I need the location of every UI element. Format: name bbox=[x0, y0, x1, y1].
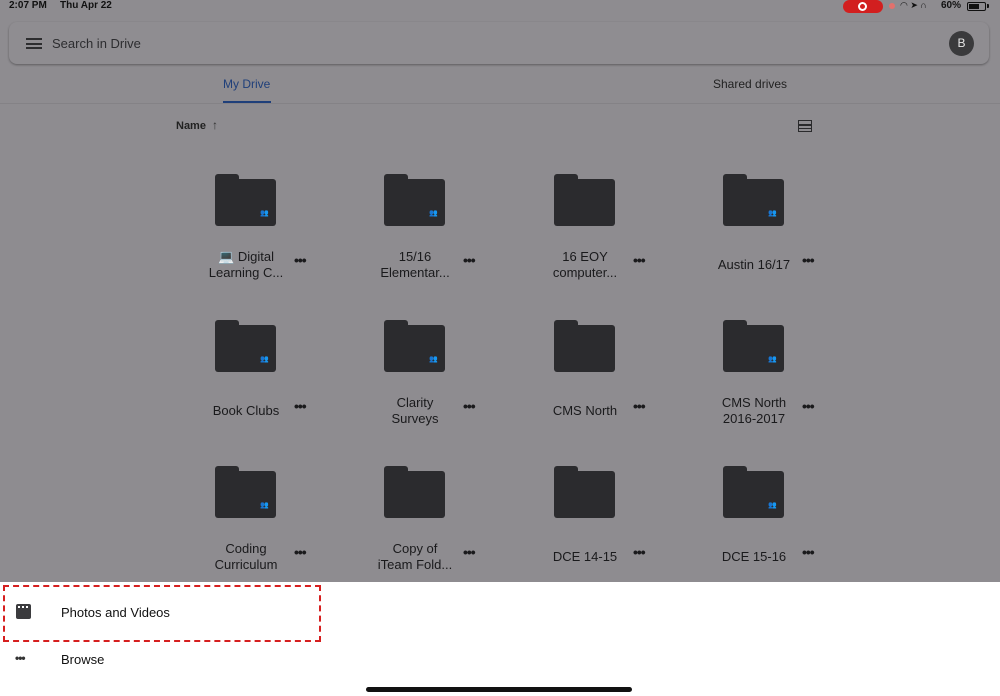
folder-icon-body bbox=[384, 179, 445, 226]
search-input[interactable]: Search in Drive bbox=[52, 36, 141, 51]
folder-name: CMS North 2016-2017 bbox=[721, 395, 787, 426]
folder-item[interactable]: DCE 14-15 ••• bbox=[515, 459, 665, 599]
folder-name: Clarity Surveys bbox=[391, 395, 439, 426]
battery-tip bbox=[987, 4, 989, 8]
list-view-icon[interactable] bbox=[798, 120, 812, 132]
search-bar[interactable]: Search in Drive B bbox=[9, 22, 989, 64]
folder-item[interactable]: 👥 Clarity Surveys ••• bbox=[345, 313, 495, 453]
folder-item[interactable]: 👥 💻 Digital Learning C... ••• bbox=[176, 167, 326, 307]
folder-item[interactable]: Copy of iTeam Fold... ••• bbox=[345, 459, 495, 599]
shared-people-icon: 👥 bbox=[429, 210, 438, 217]
folder-icon-body bbox=[215, 471, 276, 518]
folder-name: Book Clubs bbox=[212, 403, 280, 418]
folder-item[interactable]: 👥 CMS North 2016-2017 ••• bbox=[684, 313, 834, 453]
tab-my-drive[interactable]: My Drive bbox=[223, 77, 270, 91]
battery-percent: 60% bbox=[941, 0, 962, 11]
folder-name: Coding Curriculum bbox=[214, 541, 278, 572]
folder-icon-body bbox=[723, 325, 784, 372]
hamburger-icon[interactable] bbox=[26, 38, 42, 49]
status-time: 2:07 PM bbox=[9, 0, 47, 11]
avatar[interactable]: B bbox=[949, 31, 974, 56]
more-options-button[interactable]: ••• bbox=[633, 252, 649, 268]
battery-icon bbox=[967, 2, 986, 11]
bottom-sheet: Photos and Videos ••• Browse bbox=[0, 582, 1000, 696]
recording-dot-icon bbox=[889, 3, 895, 9]
folder-item[interactable]: 👥 Austin 16/17 ••• bbox=[684, 167, 834, 307]
shared-people-icon: 👥 bbox=[260, 356, 269, 363]
shared-people-icon: 👥 bbox=[260, 502, 269, 509]
folder-icon-body bbox=[215, 325, 276, 372]
folder-name: Austin 16/17 bbox=[717, 257, 791, 272]
shared-people-icon: 👥 bbox=[429, 356, 438, 363]
folder-icon-body bbox=[384, 325, 445, 372]
folder-icon-body bbox=[723, 179, 784, 226]
wifi-location-headphones-icons: ◠ ➤ ∩ bbox=[900, 0, 927, 10]
drive-tabs: My Drive Shared drives bbox=[0, 64, 1000, 104]
folder-item[interactable]: CMS North ••• bbox=[515, 313, 665, 453]
arrow-up-icon[interactable]: ↑ bbox=[212, 118, 218, 132]
folder-name: 💻 Digital Learning C... bbox=[208, 249, 284, 280]
folder-item[interactable]: 👥 Book Clubs ••• bbox=[176, 313, 326, 453]
more-options-button[interactable]: ••• bbox=[294, 398, 310, 414]
browse-item[interactable]: ••• Browse bbox=[0, 639, 330, 679]
folder-name: 15/16 Elementar... bbox=[380, 249, 450, 280]
folder-item[interactable]: 👥 15/16 Elementar... ••• bbox=[345, 167, 495, 307]
folder-icon-body bbox=[384, 471, 445, 518]
screen-record-icon[interactable] bbox=[843, 0, 883, 13]
sort-by-name-button[interactable]: Name bbox=[176, 120, 206, 132]
more-horizontal-icon: ••• bbox=[15, 651, 26, 665]
status-bar: 2:07 PM Thu Apr 22 ◠ ➤ ∩ 60% bbox=[0, 0, 1000, 14]
tab-shared-drives[interactable]: Shared drives bbox=[713, 77, 787, 91]
folder-name: DCE 14-15 bbox=[552, 549, 618, 564]
more-options-button[interactable]: ••• bbox=[294, 544, 310, 560]
active-tab-indicator bbox=[223, 101, 271, 103]
photos-and-videos-label: Photos and Videos bbox=[61, 605, 170, 620]
more-options-button[interactable]: ••• bbox=[802, 544, 818, 560]
folder-icon-body bbox=[554, 471, 615, 518]
folder-name: Copy of iTeam Fold... bbox=[377, 541, 453, 572]
shared-people-icon: 👥 bbox=[768, 502, 777, 509]
photos-videos-icon bbox=[16, 604, 31, 619]
folder-icon-body bbox=[215, 179, 276, 226]
shared-people-icon: 👥 bbox=[768, 356, 777, 363]
more-options-button[interactable]: ••• bbox=[463, 398, 479, 414]
folder-icon-body bbox=[554, 179, 615, 226]
folder-item[interactable]: 👥 DCE 15-16 ••• bbox=[684, 459, 834, 599]
more-options-button[interactable]: ••• bbox=[463, 544, 479, 560]
status-date: Thu Apr 22 bbox=[60, 0, 112, 11]
more-options-button[interactable]: ••• bbox=[633, 544, 649, 560]
photos-and-videos-item[interactable]: Photos and Videos bbox=[0, 592, 330, 632]
folder-name: DCE 15-16 bbox=[721, 549, 787, 564]
shared-people-icon: 👥 bbox=[768, 210, 777, 217]
shared-people-icon: 👥 bbox=[260, 210, 269, 217]
more-options-button[interactable]: ••• bbox=[463, 252, 479, 268]
more-options-button[interactable]: ••• bbox=[802, 398, 818, 414]
folder-item[interactable]: 16 EOY computer... ••• bbox=[515, 167, 665, 307]
folder-icon-body bbox=[723, 471, 784, 518]
folder-name: CMS North bbox=[552, 403, 618, 418]
more-options-button[interactable]: ••• bbox=[294, 252, 310, 268]
folder-icon-body bbox=[554, 325, 615, 372]
home-indicator[interactable] bbox=[366, 687, 632, 692]
folder-name: 16 EOY computer... bbox=[552, 249, 618, 280]
folder-item[interactable]: 👥 Coding Curriculum ••• bbox=[176, 459, 326, 599]
browse-label: Browse bbox=[61, 652, 105, 667]
more-options-button[interactable]: ••• bbox=[802, 252, 818, 268]
more-options-button[interactable]: ••• bbox=[633, 398, 649, 414]
